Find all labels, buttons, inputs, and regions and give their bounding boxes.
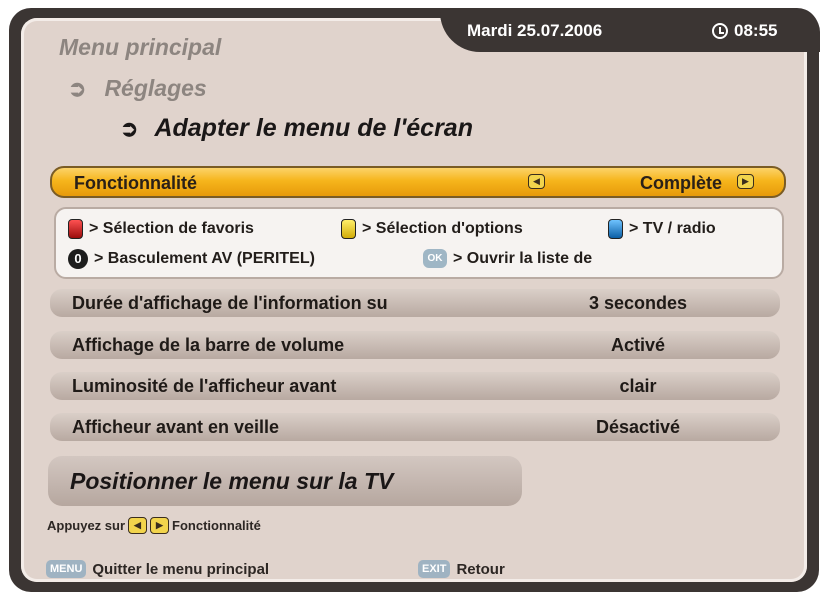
menu-row-front-display-brightness[interactable]: Luminosité de l'afficheur avant clair xyxy=(50,372,780,400)
red-key-icon xyxy=(68,219,83,239)
hint-prefix: Appuyez sur xyxy=(47,518,126,533)
ok-key-icon: OK xyxy=(423,249,447,268)
menu-row-fonctionnalite[interactable]: Fonctionnalité ◀ Complète ▶ xyxy=(50,166,786,198)
menu-key-icon: MENU xyxy=(46,560,87,578)
legend-red-label: > Sélection de favoris xyxy=(89,220,254,237)
legend-yellow: > Sélection d'options xyxy=(341,219,523,239)
row-label: Affichage de la barre de volume xyxy=(72,335,345,355)
page-title: ➲ Adapter le menu de l'écran xyxy=(120,114,473,143)
zero-key-icon: 0 xyxy=(68,249,88,269)
breadcrumb-settings-label: Réglages xyxy=(104,75,207,101)
left-arrow-key-icon: ◀ xyxy=(128,517,148,534)
breadcrumb-settings: ➲ Réglages xyxy=(68,75,207,102)
time-text: 08:55 xyxy=(734,21,778,40)
blue-key-icon xyxy=(608,219,623,239)
clock-icon xyxy=(712,23,728,39)
menu-row-info-duration[interactable]: Durée d'affichage de l'information su 3 … xyxy=(50,289,780,317)
legend-blue-label: > TV / radio xyxy=(629,220,716,237)
row-label: Durée d'affichage de l'information su xyxy=(72,293,388,313)
legend-ok: OK > Ouvrir la liste de xyxy=(423,249,592,268)
navigation-hint: Appuyez sur ◀ ▶ Fonctionnalité xyxy=(47,517,261,534)
left-arrow-key-icon[interactable]: ◀ xyxy=(528,174,545,189)
footer-exit-action[interactable]: EXIT Retour xyxy=(418,560,505,578)
legend-ok-label: > Ouvrir la liste de xyxy=(453,249,593,267)
row-value: clair xyxy=(619,376,657,396)
row-value: Désactivé xyxy=(595,417,681,437)
arrow-icon: ➲ xyxy=(120,115,139,141)
footer-exit-label: Retour xyxy=(456,560,505,578)
legend-blue: > TV / radio xyxy=(608,219,716,239)
legend-red: > Sélection de favoris xyxy=(68,219,254,239)
row-value: Activé xyxy=(610,335,666,355)
color-key-legend: > Sélection de favoris > Sélection d'opt… xyxy=(54,207,784,279)
menu-row-front-display-standby[interactable]: Afficheur avant en veille Désactivé xyxy=(50,413,780,441)
legend-yellow-label: > Sélection d'options xyxy=(362,220,523,237)
breadcrumb-main-menu: Menu principal xyxy=(59,34,222,60)
time-display: 08:55 xyxy=(712,21,777,41)
date-display: Mardi 25.07.2006 xyxy=(467,21,603,40)
page-title-label: Adapter le menu de l'écran xyxy=(154,114,473,142)
exit-key-icon: EXIT xyxy=(418,560,451,578)
row-value: Complète xyxy=(640,173,723,193)
right-arrow-key-icon: ▶ xyxy=(150,517,170,534)
position-menu-button[interactable]: Positionner le menu sur la TV xyxy=(48,456,522,506)
row-value: 3 secondes xyxy=(588,293,688,313)
right-arrow-key-icon[interactable]: ▶ xyxy=(737,174,754,189)
yellow-key-icon xyxy=(341,219,356,239)
footer-menu-label: Quitter le menu principal xyxy=(92,560,270,578)
hint-suffix: Fonctionnalité xyxy=(172,518,261,533)
row-label: Fonctionnalité xyxy=(74,173,197,193)
legend-zero: 0 > Basculement AV (PERITEL) xyxy=(68,249,315,269)
arrow-icon: ➲ xyxy=(68,75,87,101)
row-label: Afficheur avant en veille xyxy=(72,417,280,437)
footer-menu-action[interactable]: MENU Quitter le menu principal xyxy=(46,560,269,578)
position-menu-label: Positionner le menu sur la TV xyxy=(70,468,394,494)
menu-row-volume-bar[interactable]: Affichage de la barre de volume Activé xyxy=(50,331,780,359)
legend-zero-label: > Basculement AV (PERITEL) xyxy=(94,250,315,267)
row-label: Luminosité de l'afficheur avant xyxy=(72,376,337,396)
